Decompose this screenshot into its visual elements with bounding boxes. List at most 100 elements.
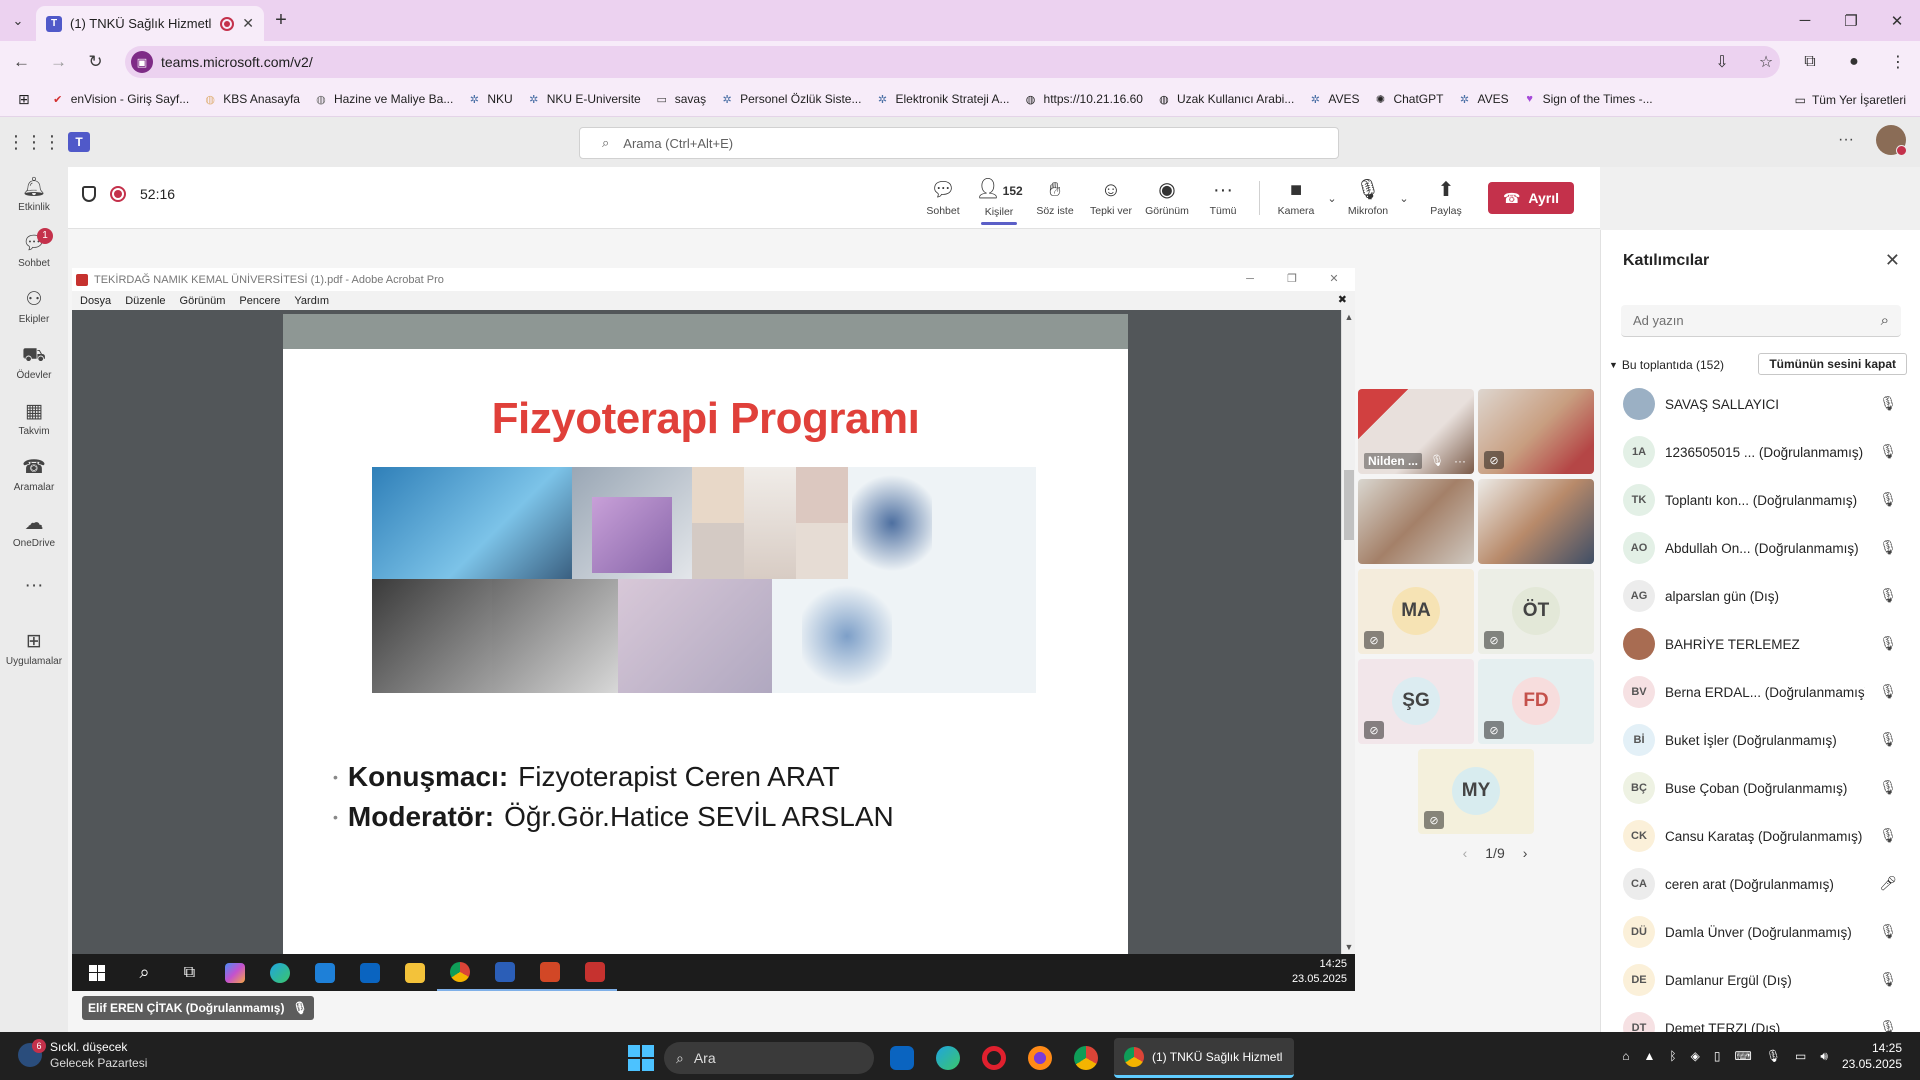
firefox-icon[interactable] — [1022, 1040, 1058, 1076]
rail-item-2[interactable]: ⚇ Ekipler — [0, 279, 68, 335]
weather-widget[interactable]: 6 Sıckl. düşecek Gelecek Pazartesi — [18, 1039, 147, 1071]
bookmark-item[interactable]: ▭ savaş — [648, 92, 713, 106]
site-info-icon[interactable]: ▣ — [131, 51, 153, 73]
network-icon[interactable]: ⌂ — [1622, 1049, 1629, 1063]
participant-row[interactable]: CK Cansu Karataş (Doğrulanmamış) 🎙︎ — [1601, 812, 1920, 860]
chrome-icon[interactable] — [1068, 1040, 1104, 1076]
app-launcher-icon[interactable]: ⋮⋮⋮ — [0, 132, 68, 153]
mic-off-icon[interactable]: 🎙︎ — [1879, 395, 1897, 412]
bookmark-item[interactable]: ✲ NKU E-Universite — [520, 92, 648, 106]
rail-item-7[interactable]: ··· — [0, 559, 68, 615]
bookmark-star-icon[interactable]: ☆ — [1744, 52, 1788, 72]
back-button[interactable]: ← — [6, 52, 37, 72]
participant-row[interactable]: DE Damlanur Ergül (Dış) 🎙︎ — [1601, 956, 1920, 1004]
opera-icon[interactable] — [976, 1040, 1012, 1076]
minimize-button[interactable]: ─ — [1782, 0, 1828, 41]
forward-button[interactable]: → — [43, 52, 74, 72]
participant-row[interactable]: 1A 1236505015 ... (Doğrulanmamış) 🎙︎ — [1601, 428, 1920, 476]
mute-all-button[interactable]: Tümünün sesini kapat — [1758, 353, 1907, 375]
bookmark-item[interactable]: ✲ NKU — [460, 92, 519, 106]
active-chrome-window[interactable]: (1) TNKÜ Sağlık Hizmetl — [1114, 1038, 1294, 1078]
all-bookmarks[interactable]: ▭ Tüm Yer İşaretleri — [1795, 82, 1906, 117]
participant-search-input[interactable]: Ad yazın ⌕ — [1621, 305, 1901, 337]
participant-row[interactable]: BV Berna ERDAL... (Doğrulanmamış) 🎙︎ — [1601, 668, 1920, 716]
more-options-icon[interactable]: ··· — [1838, 131, 1854, 149]
participant-row[interactable]: BAHRİYE TERLEMEZ 🎙︎ — [1601, 620, 1920, 668]
bookmark-item[interactable]: ✺ ChatGPT — [1366, 92, 1450, 106]
next-page-icon[interactable]: › — [1523, 845, 1528, 861]
bookmark-item[interactable]: ♥ Sign of the Times -... — [1516, 92, 1660, 106]
video-tile[interactable]: FD ⊘ — [1478, 659, 1594, 744]
bookmark-item[interactable]: ◍ Uzak Kullanıcı Arabi... — [1150, 92, 1301, 106]
reload-button[interactable]: ↻ — [80, 52, 111, 72]
teams-search-input[interactable]: ⌕ Arama (Ctrl+Alt+E) — [579, 127, 1339, 159]
rail-item-1[interactable]: 💬︎ Sohbet 1 — [0, 223, 68, 279]
participant-row[interactable]: Bİ Buket İşler (Doğrulanmamış) 🎙︎ — [1601, 716, 1920, 764]
mic-options-chevron-icon[interactable]: ⌄ — [1396, 192, 1412, 205]
address-bar[interactable]: ▣ teams.microsoft.com/v2/ — [125, 46, 1780, 78]
mic-off-icon[interactable]: 🎙︎ — [1879, 539, 1897, 556]
mic-off-icon[interactable]: 🎙︎ — [1879, 923, 1897, 940]
chat-button[interactable]: 💬︎ Sohbet — [915, 167, 971, 229]
bluetooth-icon[interactable]: ᛒ — [1669, 1049, 1676, 1063]
bookmark-item[interactable]: ✲ AVES — [1450, 92, 1515, 106]
participant-row[interactable]: AG alparslan gün (Dış) 🎙︎ — [1601, 572, 1920, 620]
participant-row[interactable]: CA ceren arat (Doğrulanmamış) 🎤︎ — [1601, 860, 1920, 908]
rail-item-3[interactable]: ⛟ Ödevler — [0, 335, 68, 391]
bookmark-item[interactable]: ◍ https://10.21.16.60 — [1017, 92, 1150, 106]
display-icon[interactable]: ▭ — [1795, 1049, 1806, 1063]
participant-row[interactable]: BÇ Buse Çoban (Doğrulanmamış) 🎙︎ — [1601, 764, 1920, 812]
mic-off-icon[interactable]: 🎙︎ — [1879, 491, 1897, 508]
rail-item-6[interactable]: ☁ OneDrive — [0, 503, 68, 559]
camera-button[interactable]: ■ Kamera — [1268, 167, 1324, 229]
video-tile[interactable] — [1478, 479, 1594, 564]
volume-icon[interactable]: 🔊︎ — [1820, 1049, 1828, 1064]
bookmark-item[interactable]: ✲ AVES — [1301, 92, 1366, 106]
mic-off-icon[interactable]: 🎙︎ — [1879, 443, 1897, 460]
participant-row[interactable]: DÜ Damla Ünver (Doğrulanmamış) 🎙︎ — [1601, 908, 1920, 956]
bookmark-item[interactable]: ◍ Hazine ve Maliye Ba... — [307, 92, 460, 106]
browser-tab-active[interactable]: T (1) TNKÜ Sağlık Hizmetleri ✕ — [36, 6, 264, 41]
start-button[interactable] — [628, 1045, 654, 1071]
browser-menu-icon[interactable]: ⋮ — [1876, 52, 1920, 72]
keyboard-icon[interactable]: ⌨ — [1734, 1049, 1751, 1063]
bookmark-item[interactable]: ✲ Elektronik Strateji A... — [868, 92, 1016, 106]
mic-icon[interactable]: 🎤︎ — [1879, 875, 1897, 892]
tab-search-chevron-icon[interactable]: ⌄ — [0, 0, 36, 41]
people-button[interactable]: 👤︎ 152 Kişiler — [971, 167, 1027, 229]
more-button[interactable]: ··· Tümü — [1195, 167, 1251, 229]
system-clock[interactable]: 14:25 23.05.2025 — [1842, 1040, 1902, 1072]
my-avatar[interactable] — [1876, 125, 1907, 156]
restore-button[interactable]: ❐ — [1828, 0, 1874, 41]
apps-grid-icon[interactable]: ⊞ — [0, 91, 44, 108]
rail-item-0[interactable]: 🔔︎ Etkinlik — [0, 167, 68, 223]
mic-off-icon[interactable]: 🎙︎ — [1879, 827, 1897, 844]
mic-button[interactable]: 🎙︎ Mikrofon — [1340, 167, 1396, 229]
rail-item-4[interactable]: ▦ Takvim — [0, 391, 68, 447]
raise-hand-button[interactable]: ✋︎ Söz iste — [1027, 167, 1083, 229]
prev-page-icon[interactable]: ‹ — [1463, 845, 1468, 861]
mic-off-icon[interactable]: 🎙︎ — [1879, 779, 1897, 796]
new-tab-button[interactable]: + — [264, 9, 298, 32]
leave-button[interactable]: ☎ Ayrıl — [1488, 182, 1574, 214]
bookmark-item[interactable]: ✲ Personel Özlük Siste... — [713, 92, 868, 106]
participant-row[interactable]: TK Toplantı kon... (Doğrulanmamış) 🎙︎ — [1601, 476, 1920, 524]
close-window-button[interactable]: ✕ — [1874, 0, 1920, 41]
mic-off-icon[interactable]: 🎙︎ — [1879, 635, 1897, 652]
view-button[interactable]: ◉ Görünüm — [1139, 167, 1195, 229]
security-icon[interactable]: ◈ — [1691, 1049, 1700, 1063]
video-tile[interactable]: MA ⊘ — [1358, 569, 1474, 654]
shield-icon[interactable] — [82, 186, 96, 202]
install-app-icon[interactable]: ⇩ — [1700, 52, 1744, 72]
tile-more-icon[interactable]: ··· — [1454, 454, 1466, 468]
edge-icon[interactable] — [930, 1040, 966, 1076]
close-panel-icon[interactable]: ✕ — [1885, 250, 1900, 271]
extensions-icon[interactable]: ⧉ — [1788, 53, 1832, 71]
outlook-icon[interactable] — [884, 1040, 920, 1076]
profile-avatar[interactable]: ● — [1832, 53, 1876, 71]
video-tile[interactable]: ⊘ — [1478, 389, 1594, 474]
camera-options-chevron-icon[interactable]: ⌄ — [1324, 192, 1340, 205]
rail-item-8[interactable]: ⊞ Uygulamalar — [0, 621, 68, 677]
taskbar-search[interactable]: ⌕ Ara — [664, 1042, 874, 1074]
participant-row[interactable]: AO Abdullah On... (Doğrulanmamış) 🎙︎ — [1601, 524, 1920, 572]
